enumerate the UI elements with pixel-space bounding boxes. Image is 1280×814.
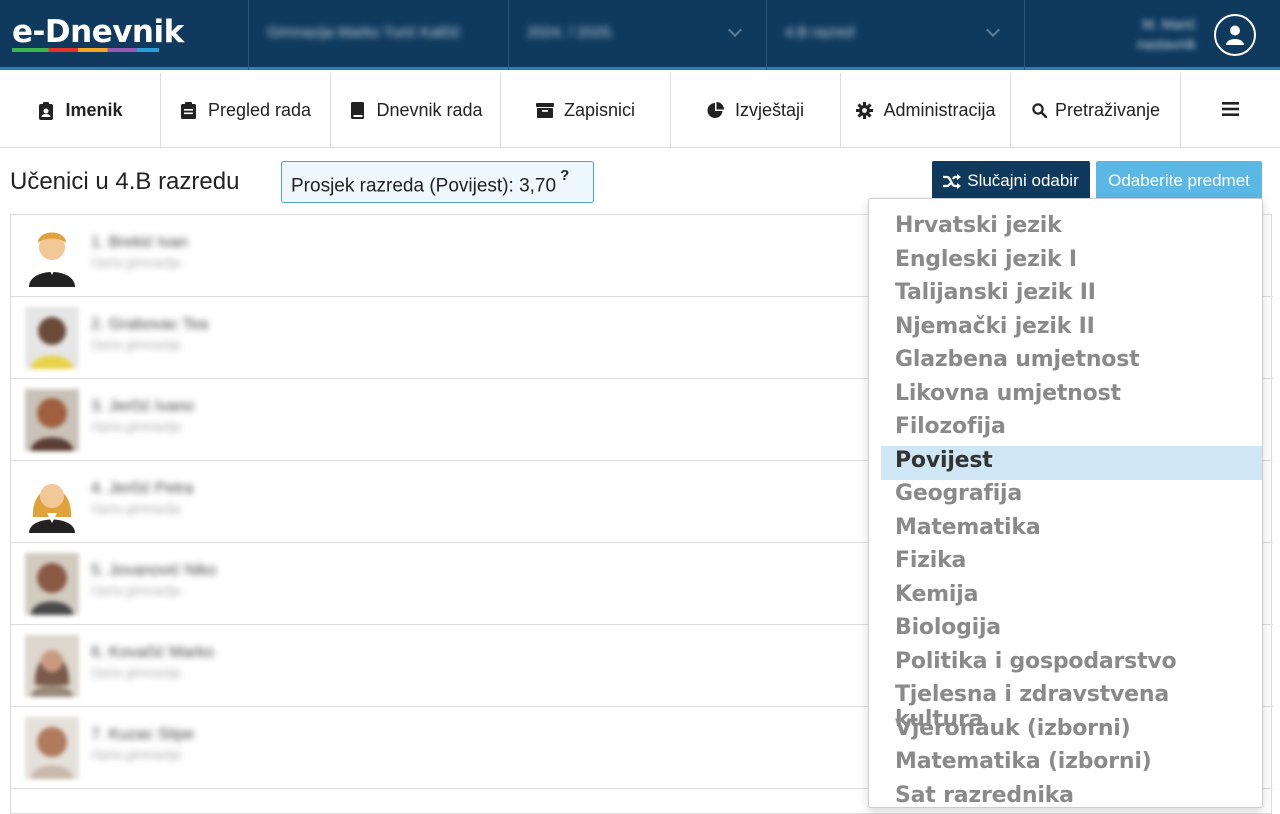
subject-option[interactable]: Matematika (izborni) (881, 747, 1262, 781)
tab-zapisnici[interactable]: Zapisnici (501, 73, 671, 148)
chevron-down-icon (985, 22, 1001, 38)
logo-color-bar (12, 48, 159, 52)
student-name: 2. Grabovac Tea (91, 316, 209, 333)
subject-option[interactable]: Kemija (881, 580, 1262, 614)
school-year: 2024. / 2025. (527, 24, 615, 41)
random-pick-label: Slučajni odabir (967, 171, 1079, 190)
student-name: 3. Jerčić Ivano (91, 398, 195, 415)
subject-option[interactable]: Glazbena umjetnost (881, 345, 1262, 379)
student-photo (25, 225, 79, 287)
chevron-down-icon (727, 22, 743, 38)
clipboard-icon (180, 102, 198, 120)
user-info: M. Marić nastavnik (1137, 14, 1196, 54)
tab-label: Imenik (65, 100, 123, 120)
search-icon (1031, 102, 1049, 120)
student-school: Opća gimnazija (91, 255, 181, 270)
id-badge-icon (37, 101, 55, 120)
help-icon[interactable]: ? (560, 167, 569, 184)
student-name: 1. Brekić Ivan (91, 234, 188, 251)
student-photo (25, 553, 79, 615)
random-pick-button[interactable]: Slučajni odabir (932, 161, 1090, 201)
student-info: 6. Kovačić Marko Opća gimnazija (91, 644, 214, 680)
tab-izvjestaji[interactable]: Izvještaji (671, 73, 841, 148)
user-avatar[interactable] (1214, 14, 1256, 56)
student-photo (25, 389, 79, 451)
class-average-box: Prosjek razreda (Povijest): 3,70? (281, 161, 594, 203)
subject-option-selected[interactable]: Povijest (881, 446, 1262, 480)
shuffle-icon (943, 173, 962, 189)
student-info: 3. Jerčić Ivano Opća gimnazija (91, 398, 194, 434)
student-photo (25, 471, 79, 533)
subject-option[interactable]: Talijanski jezik II (881, 278, 1262, 312)
top-bar: e-Dnevnik Gimnazija Marko Turić Kalčić 2… (0, 0, 1280, 70)
student-name: 4. Jerčić Petra (91, 480, 194, 497)
class-average-label: Prosjek razreda (Povijest): 3,70 (291, 175, 557, 197)
tab-imenik[interactable]: Imenik (0, 73, 161, 149)
student-name: 7. Kuzac Stipe (91, 726, 195, 743)
subject-option[interactable]: Vjeronauk (izborni) (881, 714, 1262, 748)
subject-option[interactable]: Engleski jezik I (881, 245, 1262, 279)
book-icon (348, 102, 366, 120)
student-info: 4. Jerčić Petra Opća gimnazija (91, 480, 193, 516)
tab-label: Izvještaji (734, 100, 805, 120)
subject-option[interactable]: Geografija (881, 479, 1262, 513)
subject-option[interactable]: Biologija (881, 613, 1262, 647)
user-name: M. Marić (1142, 16, 1196, 32)
student-photo (25, 307, 79, 369)
tab-pregled-rada[interactable]: Pregled rada (161, 73, 331, 148)
subject-option[interactable]: Fizika (881, 546, 1262, 580)
subject-option[interactable]: Njemački jezik II (881, 312, 1262, 346)
student-school: Opća gimnazija (91, 337, 181, 352)
tab-administracija[interactable]: Administracija (841, 73, 1011, 148)
student-info: 2. Grabovac Tea Opća gimnazija (91, 316, 208, 352)
student-name: 5. Jovanović Niko (91, 562, 217, 579)
student-photo (25, 717, 79, 779)
menu-toggle[interactable] (1181, 73, 1280, 148)
subject-option[interactable]: Tjelesna i zdravstvena kultura (881, 680, 1262, 732)
select-subject-button[interactable]: Odaberite predmet (1096, 161, 1262, 201)
year-selector[interactable]: 2024. / 2025. (508, 0, 766, 70)
subject-option[interactable]: Sat razrednika (881, 781, 1262, 807)
page-title: Učenici u 4.B razredu (10, 168, 240, 195)
school-name: Gimnazija Marko Turić Kalčić (267, 24, 461, 41)
user-role: nastavnik (1136, 36, 1196, 52)
class-selector[interactable]: 4.B razred (766, 0, 1024, 70)
subject-option[interactable]: Filozofija (881, 412, 1262, 446)
pie-chart-icon (707, 102, 725, 120)
school-selector[interactable]: Gimnazija Marko Turić Kalčić (248, 0, 508, 70)
gear-icon (855, 102, 873, 120)
student-school: Opća gimnazija (91, 583, 181, 598)
tab-label: Pregled rada (207, 100, 312, 120)
logo[interactable]: e-Dnevnik (0, 0, 248, 70)
class-name: 4.B razred (785, 24, 855, 41)
student-school: Opća gimnazija (91, 665, 181, 680)
subject-option[interactable]: Matematika (881, 513, 1262, 547)
student-school: Opća gimnazija (91, 501, 181, 516)
user-menu[interactable]: M. Marić nastavnik (1024, 0, 1280, 70)
logo-text: e-Dnevnik (12, 14, 184, 50)
subject-option[interactable]: Hrvatski jezik (881, 211, 1262, 245)
subject-dropdown: Hrvatski jezik Engleski jezik I Talijans… (868, 198, 1263, 808)
tab-label: Pretraživanje (1054, 100, 1161, 120)
student-info: 5. Jovanović Niko Opća gimnazija (91, 562, 216, 598)
user-icon (1226, 25, 1244, 45)
tab-label: Administracija (883, 100, 996, 120)
student-info: 7. Kuzac Stipe Opća gimnazija (91, 726, 194, 762)
student-info: 1. Brekić Ivan Opća gimnazija (91, 234, 188, 270)
tab-label: Zapisnici (563, 100, 636, 120)
student-school: Opća gimnazija (91, 419, 181, 434)
student-photo (25, 635, 79, 697)
student-name: 6. Kovačić Marko (91, 644, 214, 661)
tab-dnevnik-rada[interactable]: Dnevnik rada (331, 73, 501, 148)
subject-option[interactable]: Likovna umjetnost (881, 379, 1262, 413)
archive-icon (535, 102, 554, 120)
tab-pretrazivanje[interactable]: Pretraživanje (1011, 73, 1181, 148)
student-school: Opća gimnazija (91, 747, 181, 762)
subject-option[interactable]: Politika i gospodarstvo (881, 647, 1262, 681)
tab-label: Dnevnik rada (376, 100, 483, 120)
main-nav: Imenik Pregled rada Dnevnik rada Zapisni… (0, 73, 1280, 149)
hamburger-icon (1222, 100, 1239, 121)
